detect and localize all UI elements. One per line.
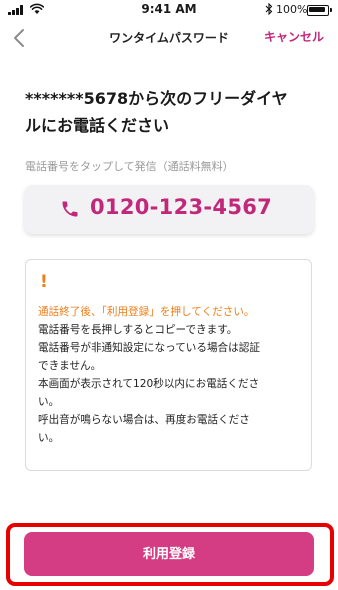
bluetooth-icon: [265, 3, 273, 15]
tap-instruction: 電話番号をタップして発信（通話料無料）: [25, 160, 234, 173]
heading-line-1: *******5678から次のフリーダイヤ: [25, 89, 288, 108]
notice-line: 電話番号を長押しするとコピーできます。: [38, 324, 238, 336]
nav-bar: ワンタイムパスワード キャンセル: [0, 22, 338, 54]
page-heading: *******5678から次のフリーダイヤ ルにお電話ください: [25, 85, 320, 139]
cancel-button[interactable]: キャンセル: [264, 28, 324, 45]
notice-box: ! 通話終了後、「利用登録」を押してください。 電話番号を長押しするとコピーでき…: [25, 259, 312, 471]
status-bar: 9:41 AM 100%: [0, 0, 338, 20]
notice-line: 本画面が表示されて120秒以内にお電話くださ: [38, 378, 260, 390]
notice-line: できません。: [38, 360, 102, 372]
phone-number: 0120-123-4567: [90, 195, 273, 219]
notice-line: い。: [38, 432, 60, 444]
battery-icon: [307, 5, 332, 16]
phone-icon: [62, 201, 78, 217]
notice-line: 呼出音が鳴らない場合は、再度お電話くださ: [38, 414, 250, 426]
notice-line: い。: [38, 396, 60, 408]
phone-call-button[interactable]: 0120-123-4567: [24, 185, 314, 234]
notice-text: 通話終了後、「利用登録」を押してください。 電話番号を長押しするとコピーできます…: [38, 303, 304, 447]
battery-percent: 100%: [276, 3, 308, 16]
notice-line: 電話番号が非通知設定になっている場合は認証: [38, 342, 260, 354]
exclamation-icon: !: [40, 272, 48, 292]
heading-line-2: ルにお電話ください: [25, 116, 170, 135]
register-button[interactable]: 利用登録: [24, 532, 314, 576]
notice-line: 通話終了後、「利用登録」を押してください。: [38, 306, 255, 318]
